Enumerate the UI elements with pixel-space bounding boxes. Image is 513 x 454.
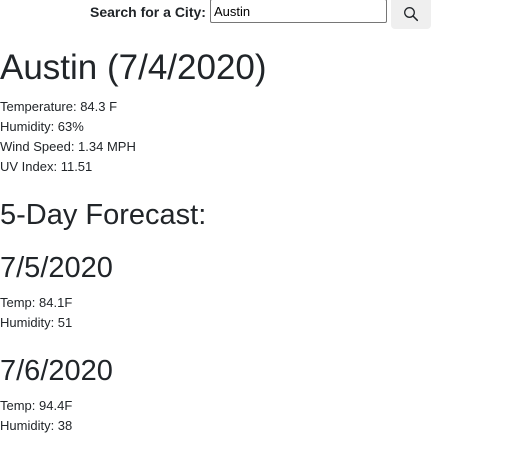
forecast-day-temp: Temp: 84.1F (0, 295, 73, 310)
search-icon (403, 7, 418, 22)
current-humidity: Humidity: 63% (0, 119, 84, 134)
current-wind-speed: Wind Speed: 1.34 MPH (0, 139, 136, 154)
search-label: Search for a City: (90, 4, 206, 20)
current-city-title: Austin (7/4/2020) (0, 48, 267, 87)
forecast-day-temp: Temp: 94.4F (0, 398, 73, 413)
forecast-day-humidity: Humidity: 51 (0, 315, 73, 330)
current-temperature: Temperature: 84.3 F (0, 99, 118, 114)
forecast-day-humidity: Humidity: 38 (0, 418, 73, 433)
forecast-heading: 5-Day Forecast: (0, 199, 207, 231)
search-bar: Search for a City: (90, 0, 431, 29)
forecast-day-date: 7/6/2020 (0, 355, 113, 387)
forecast-day-date: 7/5/2020 (0, 252, 113, 284)
city-search-input[interactable] (209, 0, 387, 23)
current-uv-index: UV Index: 11.51 (0, 159, 93, 174)
search-button[interactable] (390, 0, 431, 29)
weather-dashboard: Search for a City: Austin (7/4/2020) Tem… (0, 0, 513, 454)
